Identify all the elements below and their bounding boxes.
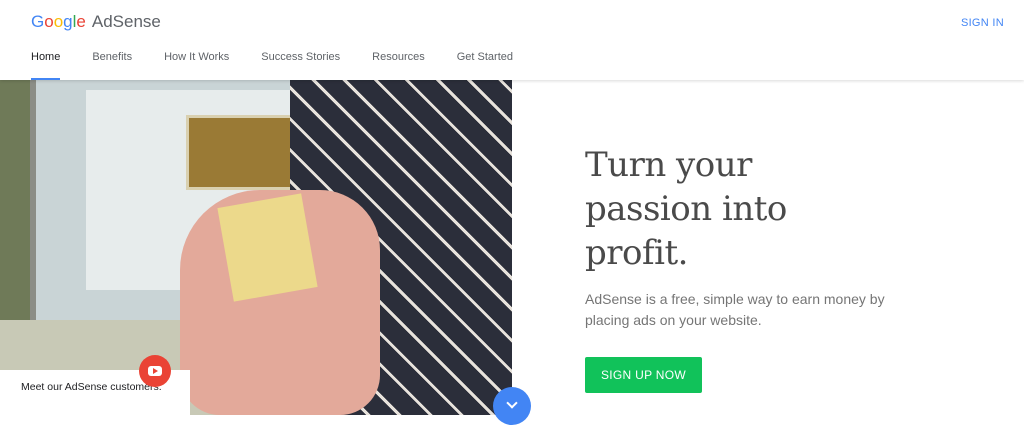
sign-up-button[interactable]: SIGN UP NOW (585, 357, 702, 393)
main-nav: Home Benefits How It Works Success Stori… (31, 51, 545, 80)
google-wordmark: Google (31, 12, 86, 31)
monitor-photo (186, 115, 296, 190)
youtube-play-button[interactable] (139, 355, 171, 387)
nav-benefits[interactable]: Benefits (92, 51, 132, 80)
scroll-down-button[interactable] (493, 387, 531, 425)
sign-in-link[interactable]: SIGN IN (961, 17, 1004, 29)
nav-how-it-works[interactable]: How It Works (164, 51, 229, 80)
top-header: Google AdSense SIGN IN Home Benefits How… (0, 0, 1024, 80)
product-name: AdSense (91, 12, 161, 31)
hero-video-still[interactable] (0, 80, 512, 415)
nav-home[interactable]: Home (31, 51, 61, 80)
hero-headline: Turn your passion into profit. (585, 145, 787, 273)
sticky-note (217, 193, 318, 302)
video-caption: Meet our AdSense customers. (21, 381, 162, 393)
hero-subtext: AdSense is a free, simple way to earn mo… (585, 291, 885, 328)
hero-text: Turn your passion into profit. AdSense i… (585, 143, 915, 393)
adsense-logo[interactable]: Google AdSense (31, 12, 161, 32)
nav-get-started[interactable]: Get Started (457, 51, 513, 80)
nav-resources[interactable]: Resources (372, 51, 425, 80)
nav-success-stories[interactable]: Success Stories (261, 51, 340, 80)
youtube-play-icon (148, 366, 162, 376)
